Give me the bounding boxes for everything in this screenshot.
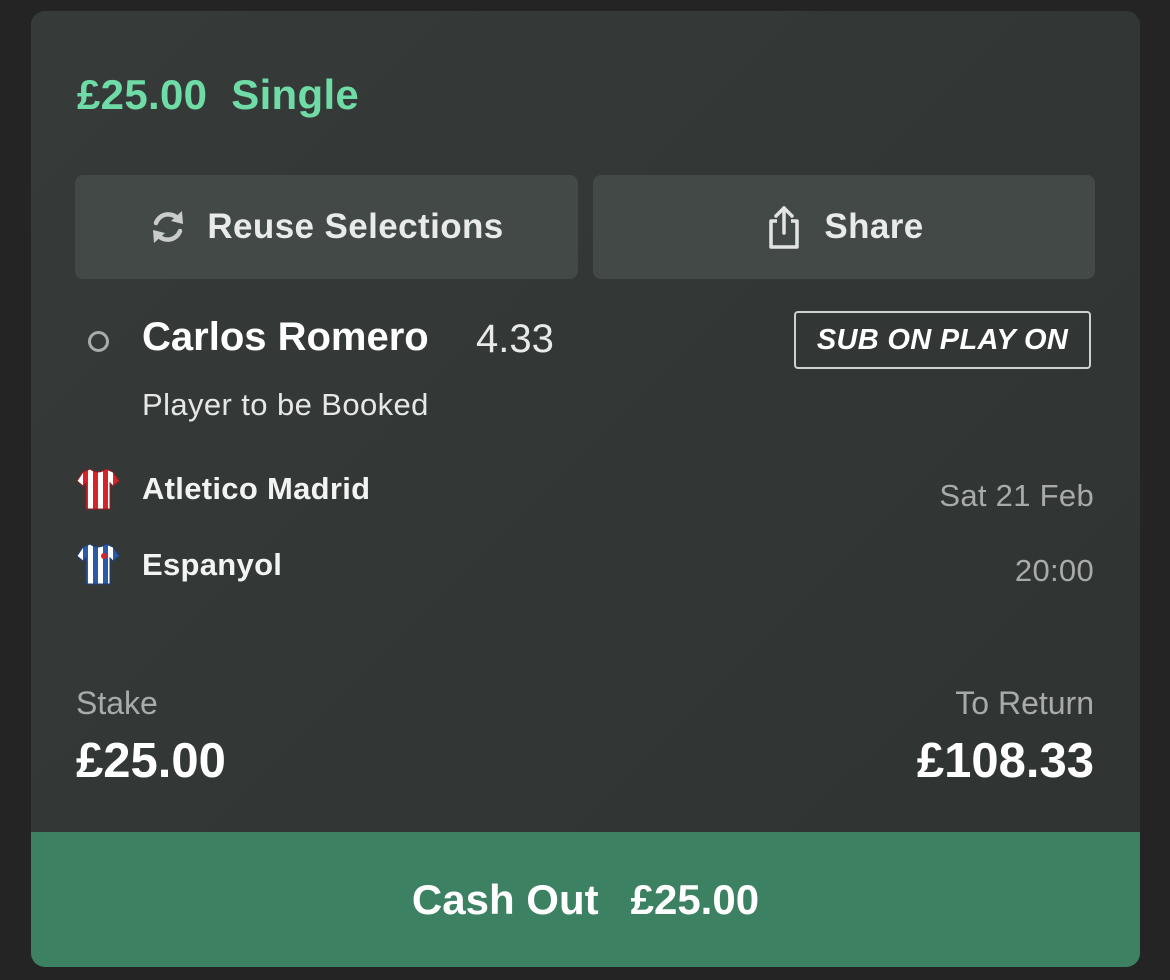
refresh-icon [153,211,184,243]
to-return-label: To Return [955,685,1094,721]
bet-amount: £25.00 [77,71,208,118]
player-name: Carlos Romero [142,315,429,359]
selection-odds: 4.33 [476,317,554,361]
match-time: 20:00 [1014,553,1094,588]
home-team: Atletico Madrid [142,471,371,506]
cash-out-button[interactable]: Cash Out £25.00 [31,832,1140,967]
selection-status-radio [88,331,109,352]
home-kit-icon [76,468,120,510]
away-team: Espanyol [142,547,283,582]
away-kit-icon [76,543,120,585]
market-name: Player to be Booked [142,387,429,422]
share-icon [769,206,800,249]
reuse-selections-button[interactable]: Reuse Selections [75,175,578,279]
stake-label: Stake [76,685,158,721]
match-date: Sat 21 Feb [939,478,1094,513]
cash-out-label: Cash Out [411,875,599,923]
bet-type: Single [231,71,360,118]
to-return-value: £108.33 [916,734,1094,788]
sub-on-play-on-badge: SUB ON PLAY ON [794,311,1091,369]
stake-value: £25.00 [76,734,226,788]
share-button[interactable]: Share [593,175,1095,279]
bet-headline: £25.00 Single [77,71,359,119]
cash-out-value: £25.00 [630,875,760,923]
share-label: Share [824,207,924,246]
bet-card: £25.00 Single Reuse Selections Share Carl… [31,11,1140,967]
reuse-selections-label: Reuse Selections [207,207,504,246]
